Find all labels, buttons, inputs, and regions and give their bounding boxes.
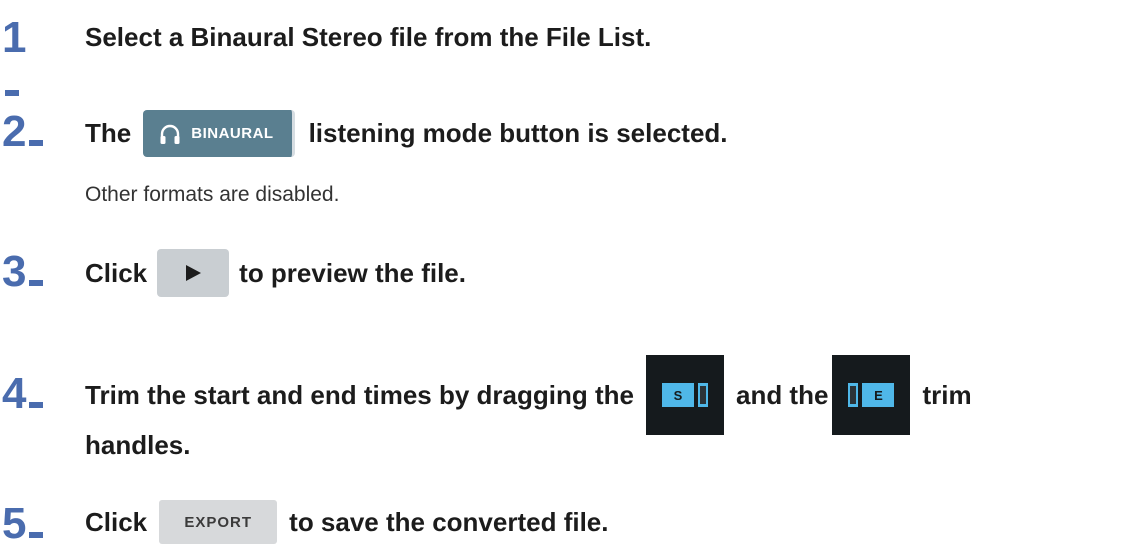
step-text: to save the converted file. xyxy=(289,506,609,537)
binaural-button-label: BINAURAL xyxy=(191,125,274,142)
end-trim-handle-box: E xyxy=(832,355,911,435)
step-text: Click xyxy=(85,257,148,288)
headphones-icon xyxy=(160,124,180,144)
binaural-button[interactable]: BINAURAL xyxy=(143,110,295,157)
step-note: Other formats are disabled. xyxy=(85,183,340,206)
step-number: 1 xyxy=(2,16,26,104)
start-trim-handle[interactable]: S xyxy=(661,383,708,407)
end-trim-label: E xyxy=(862,383,895,407)
step-3: Click to preview the file. xyxy=(85,249,466,297)
start-trim-handle-box: S xyxy=(645,355,724,435)
step-text: trim xyxy=(922,379,972,410)
step-2: The BINAURAL listening mode button is se… xyxy=(85,110,728,157)
step-text-continued: handles. xyxy=(85,430,191,460)
step-text: and the xyxy=(735,379,829,410)
step-number: 4 xyxy=(2,372,44,416)
step-5: Click EXPORT to save the converted file. xyxy=(85,500,608,544)
play-button[interactable] xyxy=(157,249,230,297)
step-number: 3 xyxy=(2,250,44,294)
step-text: Click xyxy=(85,506,148,537)
start-trim-label: S xyxy=(661,383,694,407)
step-text: The xyxy=(85,118,132,148)
step-number: 5 xyxy=(2,502,44,546)
export-button[interactable]: EXPORT xyxy=(159,500,278,544)
step-text: Select a Binaural Stereo file from the F… xyxy=(85,22,652,52)
step-text: to preview the file. xyxy=(239,257,466,288)
step-4: Trim the start and end times by dragging… xyxy=(85,355,972,435)
play-icon xyxy=(186,265,202,281)
end-trim-handle[interactable]: E xyxy=(848,383,895,407)
step-number: 2 xyxy=(2,110,44,154)
step-text: listening mode button is selected. xyxy=(308,118,728,148)
step-text: Trim the start and end times by dragging… xyxy=(85,379,634,410)
